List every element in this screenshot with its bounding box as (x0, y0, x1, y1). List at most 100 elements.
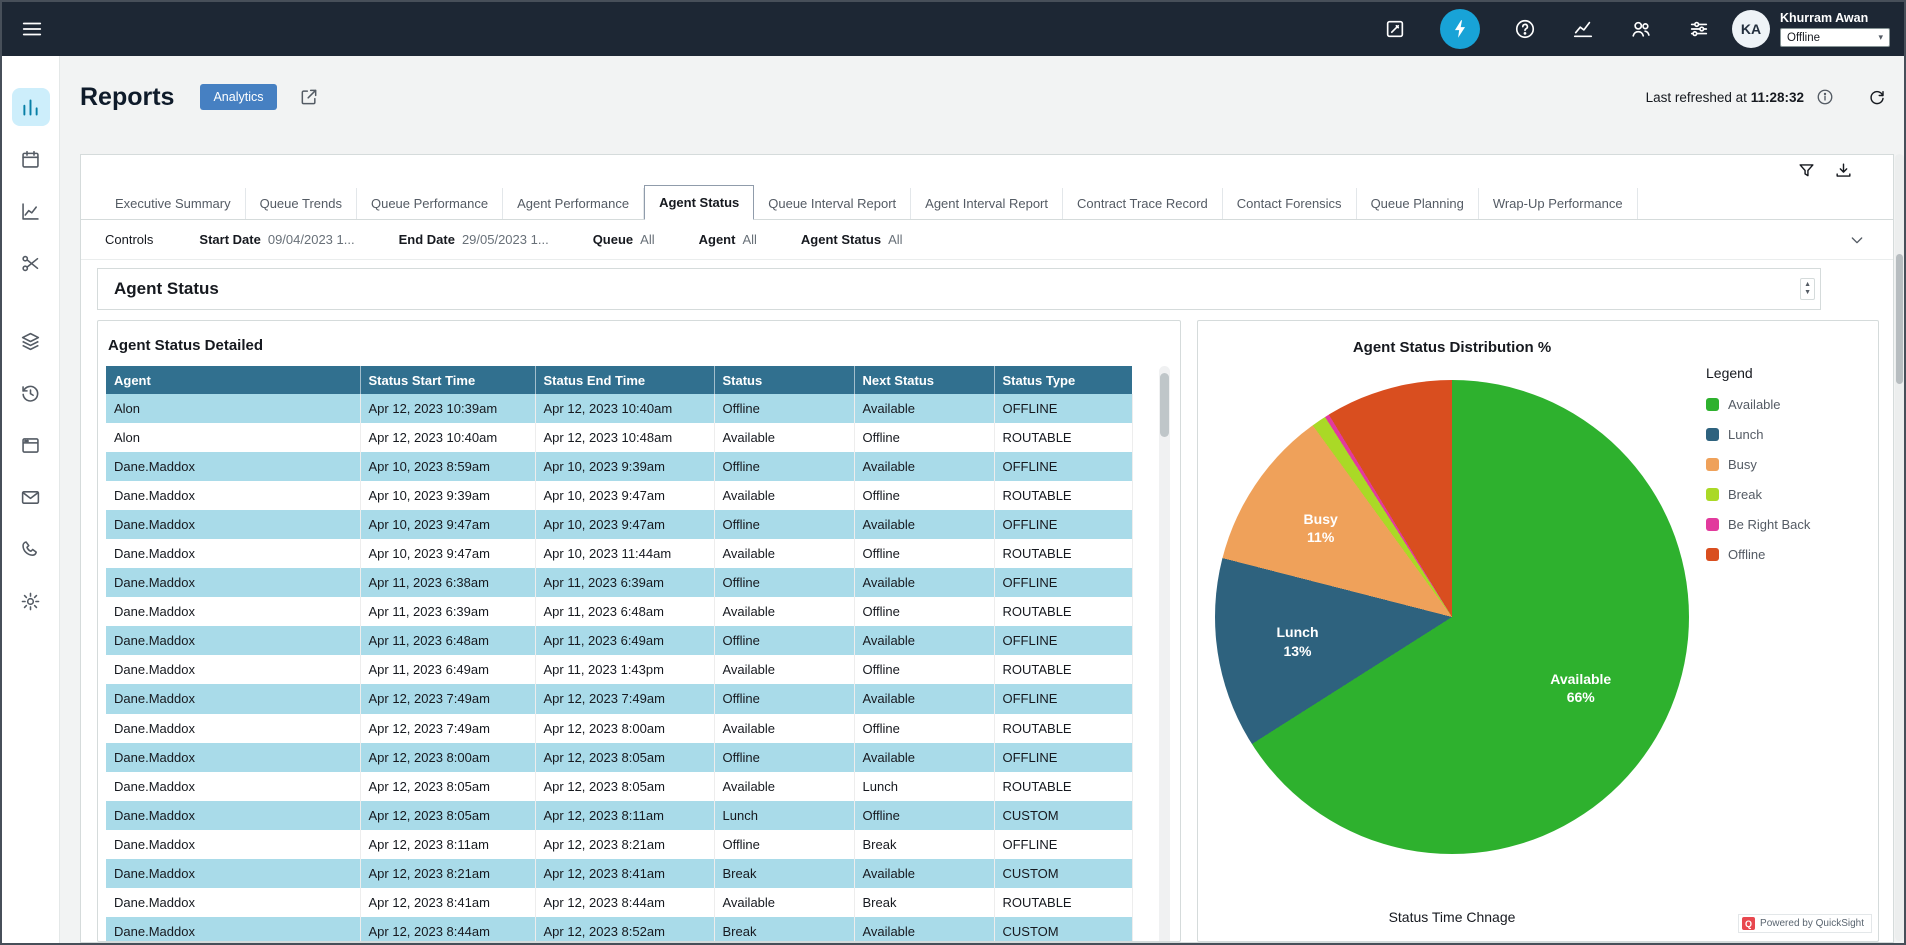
analytics-badge[interactable]: Analytics (200, 84, 276, 110)
column-header-status-type[interactable]: Status Type (994, 366, 1132, 394)
table-row[interactable]: Dane.MaddoxApr 12, 2023 8:41amApr 12, 20… (106, 888, 1132, 917)
legend-swatch (1706, 548, 1719, 561)
table-row[interactable]: Dane.MaddoxApr 12, 2023 7:49amApr 12, 20… (106, 684, 1132, 713)
tab-queue-planning[interactable]: Queue Planning (1357, 188, 1479, 219)
table-cell: Apr 10, 2023 9:47am (535, 481, 714, 510)
table-cell: Break (854, 888, 994, 917)
table-row[interactable]: Dane.MaddoxApr 11, 2023 6:38amApr 11, 20… (106, 568, 1132, 597)
tab-agent-status[interactable]: Agent Status (644, 185, 754, 220)
control-filter-agent[interactable]: AgentAll (699, 232, 757, 247)
sidebar-item-scissors[interactable] (12, 244, 50, 282)
phone-icon (20, 539, 41, 560)
table-cell: Apr 12, 2023 8:05am (535, 743, 714, 772)
pie-slice-label-lunch: Lunch13% (1277, 623, 1319, 659)
legend-item-lunch[interactable]: Lunch (1706, 427, 1878, 442)
tab-executive-summary[interactable]: Executive Summary (101, 188, 246, 219)
table-title: Agent Status Detailed (108, 337, 1180, 354)
tab-queue-performance[interactable]: Queue Performance (357, 188, 503, 219)
sidebar-item-phone[interactable] (12, 530, 50, 568)
sidebar-item-mail[interactable] (12, 478, 50, 516)
users-icon[interactable] (1628, 16, 1654, 42)
table-scrollbar-thumb[interactable] (1160, 373, 1169, 437)
sidebar-item-layers[interactable] (12, 322, 50, 360)
table-cell: Apr 12, 2023 8:11am (535, 801, 714, 830)
settings-sliders-icon[interactable] (1686, 16, 1712, 42)
notepad-icon[interactable] (1382, 16, 1408, 42)
control-filter-queue[interactable]: QueueAll (593, 232, 655, 247)
table-row[interactable]: Dane.MaddoxApr 11, 2023 6:39amApr 11, 20… (106, 597, 1132, 626)
control-filter-agent-status[interactable]: Agent StatusAll (801, 232, 903, 247)
page-scrollbar[interactable] (1895, 154, 1904, 941)
help-icon[interactable] (1512, 16, 1538, 42)
table-row[interactable]: Dane.MaddoxApr 10, 2023 9:39amApr 10, 20… (106, 481, 1132, 510)
tab-queue-trends[interactable]: Queue Trends (246, 188, 357, 219)
tab-queue-interval-report[interactable]: Queue Interval Report (754, 188, 911, 219)
status-dropdown[interactable]: Offline ▾ (1780, 28, 1890, 47)
sidebar-item-bar-chart[interactable] (12, 88, 50, 126)
hamburger-menu-icon[interactable] (14, 11, 50, 47)
table-row[interactable]: Dane.MaddoxApr 11, 2023 6:49amApr 11, 20… (106, 655, 1132, 684)
control-filter-end-date[interactable]: End Date29/05/2023 1... (399, 232, 549, 247)
table-row[interactable]: Dane.MaddoxApr 12, 2023 7:49amApr 12, 20… (106, 714, 1132, 743)
metrics-icon[interactable] (1570, 16, 1596, 42)
quicksight-badge: Q Powered by QuickSight (1738, 914, 1872, 933)
legend-item-break[interactable]: Break (1706, 487, 1878, 502)
section-title: Agent Status (98, 279, 219, 299)
table-cell: Available (854, 568, 994, 597)
legend-item-offline[interactable]: Offline (1706, 547, 1878, 562)
section-stepper[interactable]: ▲▼ (1800, 278, 1815, 300)
agent-status-distribution-panel: Agent Status Distribution % Available66%… (1197, 320, 1879, 942)
column-header-status-end-time[interactable]: Status End Time (535, 366, 714, 394)
sidebar-item-calendar[interactable] (12, 140, 50, 178)
table-row[interactable]: AlonApr 12, 2023 10:39amApr 12, 2023 10:… (106, 394, 1132, 423)
tab-contact-forensics[interactable]: Contact Forensics (1223, 188, 1357, 219)
table-cell: Alon (106, 423, 360, 452)
table-row[interactable]: Dane.MaddoxApr 11, 2023 6:48amApr 11, 20… (106, 626, 1132, 655)
table-row[interactable]: Dane.MaddoxApr 12, 2023 8:11amApr 12, 20… (106, 830, 1132, 859)
legend-item-busy[interactable]: Busy (1706, 457, 1878, 472)
refresh-icon[interactable] (1868, 88, 1886, 106)
page-header: Reports Analytics Last refreshed at 11:2… (80, 74, 1894, 120)
table-row[interactable]: Dane.MaddoxApr 12, 2023 8:44amApr 12, 20… (106, 917, 1132, 942)
column-header-agent[interactable]: Agent (106, 366, 360, 394)
sidebar-item-browser[interactable] (12, 426, 50, 464)
table-row[interactable]: Dane.MaddoxApr 10, 2023 9:47amApr 10, 20… (106, 510, 1132, 539)
table-row[interactable]: Dane.MaddoxApr 10, 2023 8:59amApr 10, 20… (106, 452, 1132, 481)
controls-expand-icon[interactable] (1849, 232, 1865, 248)
lightning-icon[interactable] (1440, 9, 1480, 49)
table-cell: OFFLINE (994, 684, 1132, 713)
filter-icon[interactable] (1797, 161, 1816, 181)
table-scrollbar[interactable] (1159, 366, 1170, 942)
legend-swatch (1706, 398, 1719, 411)
sidebar-item-settings[interactable] (12, 582, 50, 620)
pie-chart[interactable]: Available66%Lunch13%Busy11% (1215, 380, 1689, 854)
line-chart-icon (20, 201, 41, 222)
chart-area: Agent Status Distribution % Available66%… (1198, 321, 1706, 941)
table-row[interactable]: Dane.MaddoxApr 12, 2023 8:05amApr 12, 20… (106, 772, 1132, 801)
external-link-icon[interactable] (299, 87, 319, 107)
page-scrollbar-thumb[interactable] (1896, 254, 1903, 384)
column-header-status-start-time[interactable]: Status Start Time (360, 366, 535, 394)
tab-wrap-up-performance[interactable]: Wrap-Up Performance (1479, 188, 1638, 219)
table-row[interactable]: Dane.MaddoxApr 12, 2023 8:00amApr 12, 20… (106, 743, 1132, 772)
table-row[interactable]: Dane.MaddoxApr 12, 2023 8:05amApr 12, 20… (106, 801, 1132, 830)
legend-item-available[interactable]: Available (1706, 397, 1878, 412)
legend-swatch (1706, 518, 1719, 531)
avatar[interactable]: KA (1732, 10, 1770, 48)
sidebar-item-history[interactable] (12, 374, 50, 412)
table-row[interactable]: AlonApr 12, 2023 10:40amApr 12, 2023 10:… (106, 423, 1132, 452)
table-cell: OFFLINE (994, 394, 1132, 423)
table-cell: Dane.Maddox (106, 684, 360, 713)
info-icon[interactable] (1816, 88, 1834, 106)
control-filter-start-date[interactable]: Start Date09/04/2023 1... (199, 232, 354, 247)
sidebar-item-line-chart[interactable] (12, 192, 50, 230)
column-header-status[interactable]: Status (714, 366, 854, 394)
tab-contract-trace-record[interactable]: Contract Trace Record (1063, 188, 1223, 219)
table-row[interactable]: Dane.MaddoxApr 10, 2023 9:47amApr 10, 20… (106, 539, 1132, 568)
legend-item-be-right-back[interactable]: Be Right Back (1706, 517, 1878, 532)
column-header-next-status[interactable]: Next Status (854, 366, 994, 394)
tab-agent-performance[interactable]: Agent Performance (503, 188, 644, 219)
table-row[interactable]: Dane.MaddoxApr 12, 2023 8:21amApr 12, 20… (106, 859, 1132, 888)
export-icon[interactable] (1834, 161, 1853, 181)
tab-agent-interval-report[interactable]: Agent Interval Report (911, 188, 1063, 219)
